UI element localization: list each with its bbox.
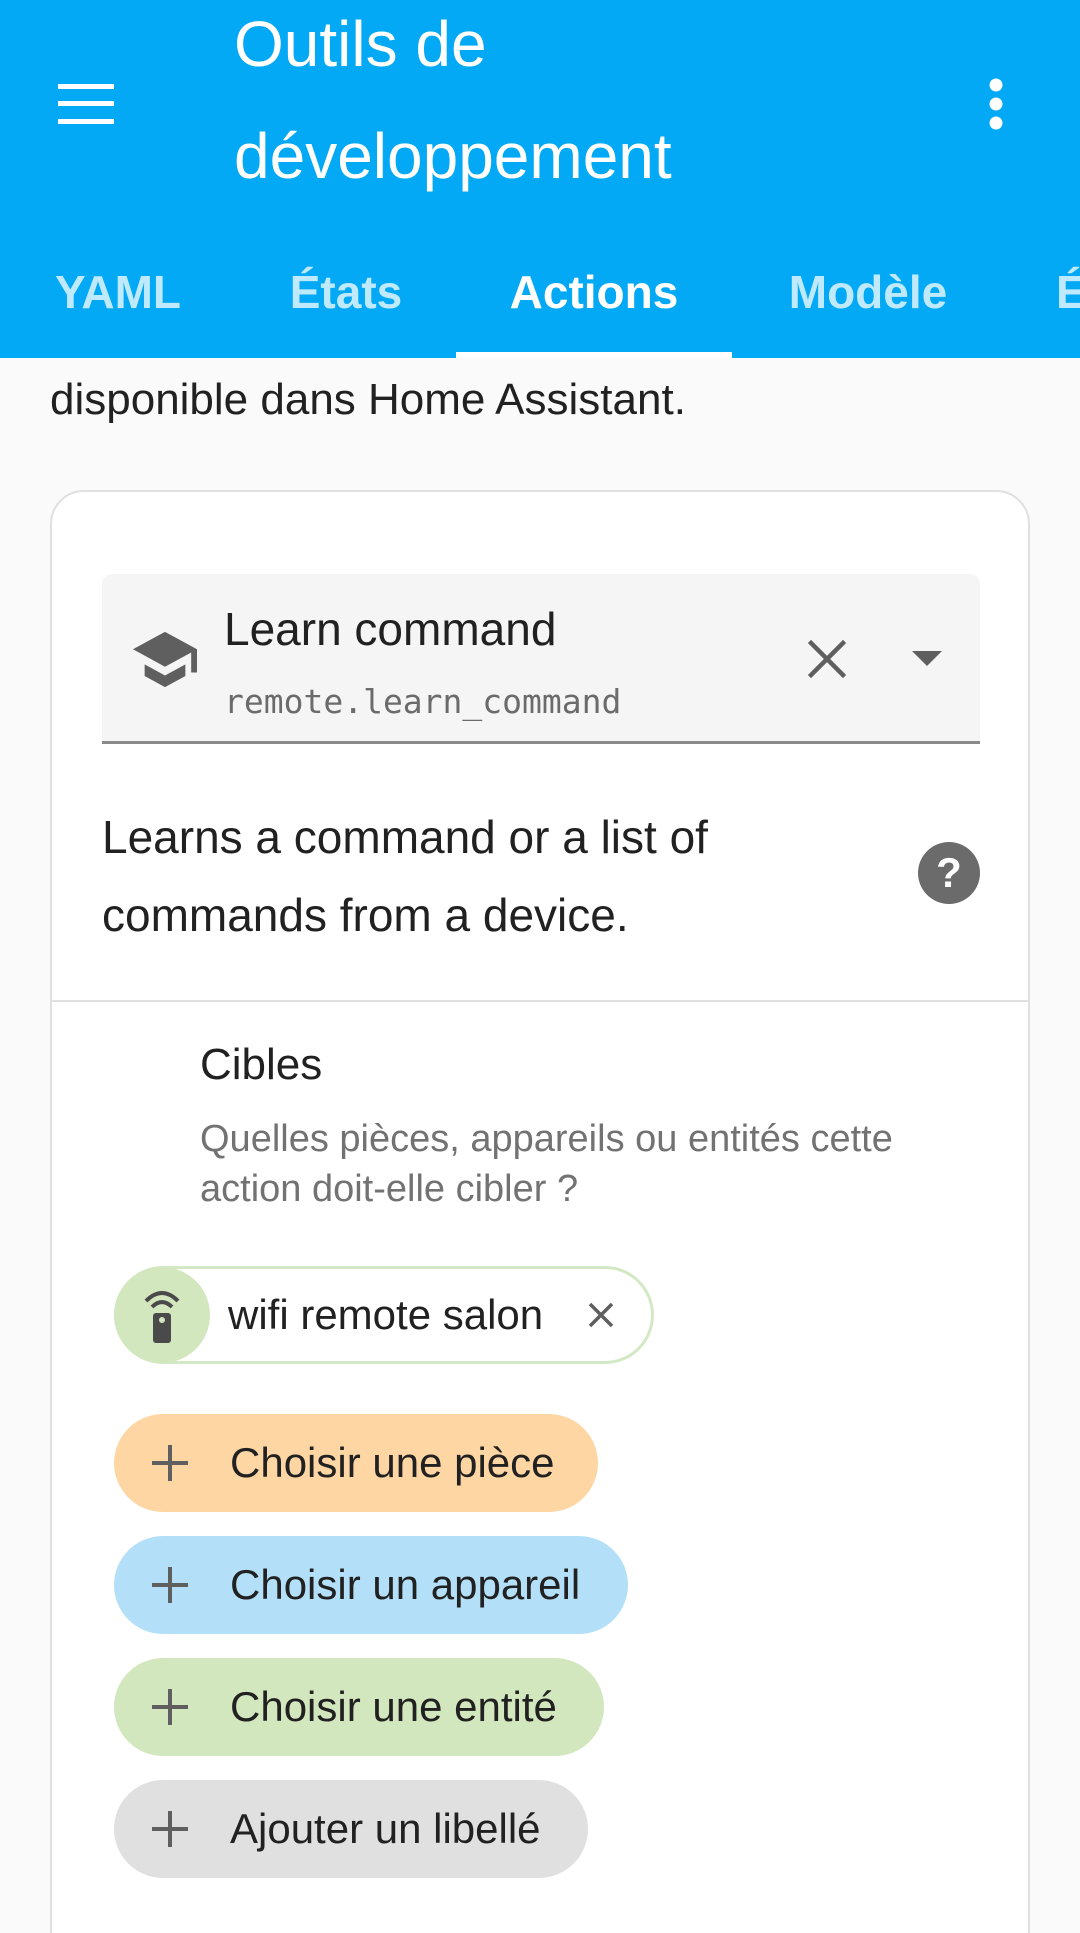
menu-icon	[58, 84, 114, 124]
close-icon	[808, 640, 846, 678]
close-icon	[588, 1302, 614, 1328]
action-description: Learns a command or a list of commands f…	[102, 811, 708, 941]
selected-entity-chip[interactable]: wifi remote salon	[114, 1266, 654, 1364]
svg-text:?: ?	[936, 849, 962, 896]
action-id: remote.learn_command	[224, 682, 622, 721]
tab-yaml[interactable]: YAML	[0, 226, 236, 358]
entity-chip-label: wifi remote salon	[228, 1291, 544, 1338]
add-label-label: Ajouter un libellé	[230, 1805, 541, 1852]
remote-icon	[114, 1267, 210, 1363]
page-title: Outils de développement	[234, 8, 672, 192]
add-label-button[interactable]: Ajouter un libellé	[114, 1780, 588, 1878]
divider	[52, 1000, 1028, 1002]
add-entity-button[interactable]: Choisir une entité	[114, 1658, 604, 1756]
tab-events[interactable]: É	[1040, 226, 1080, 358]
app-bar: Outils de développement YAML États Actio…	[0, 0, 1080, 358]
school-icon	[133, 631, 197, 688]
intro-text: disponible dans Home Assistant.	[50, 375, 686, 424]
action-card: Learn command remote.learn_command Learn…	[50, 490, 1030, 1933]
remove-entity-button[interactable]	[571, 1301, 631, 1329]
help-circle-icon: ?	[918, 842, 980, 904]
tab-bar: YAML États Actions Modèle É	[0, 226, 1080, 358]
add-device-button[interactable]: Choisir un appareil	[114, 1536, 628, 1634]
plus-icon	[140, 1799, 200, 1859]
plus-icon	[140, 1677, 200, 1737]
menu-button[interactable]	[44, 62, 128, 146]
targets-title: Cibles	[200, 1040, 323, 1089]
more-options-button[interactable]	[954, 62, 1038, 146]
add-room-label: Choisir une pièce	[230, 1439, 555, 1486]
add-device-label: Choisir un appareil	[230, 1561, 581, 1608]
tab-template[interactable]: Modèle	[732, 226, 1004, 358]
help-button[interactable]: ?	[918, 842, 980, 909]
tab-actions[interactable]: Actions	[456, 226, 732, 358]
tab-states[interactable]: États	[236, 226, 456, 358]
dots-vertical-icon	[989, 78, 1003, 130]
plus-icon	[140, 1433, 200, 1493]
add-entity-label: Choisir une entité	[230, 1683, 557, 1730]
dropdown-button[interactable]	[892, 624, 962, 694]
action-picker[interactable]: Learn command remote.learn_command	[102, 574, 980, 744]
plus-icon	[140, 1555, 200, 1615]
menu-down-icon	[912, 651, 942, 666]
clear-button[interactable]	[792, 624, 862, 694]
action-name: Learn command	[224, 603, 557, 655]
add-room-button[interactable]: Choisir une pièce	[114, 1414, 598, 1512]
targets-description: Quelles pièces, appareils ou entités cet…	[200, 1118, 893, 1210]
